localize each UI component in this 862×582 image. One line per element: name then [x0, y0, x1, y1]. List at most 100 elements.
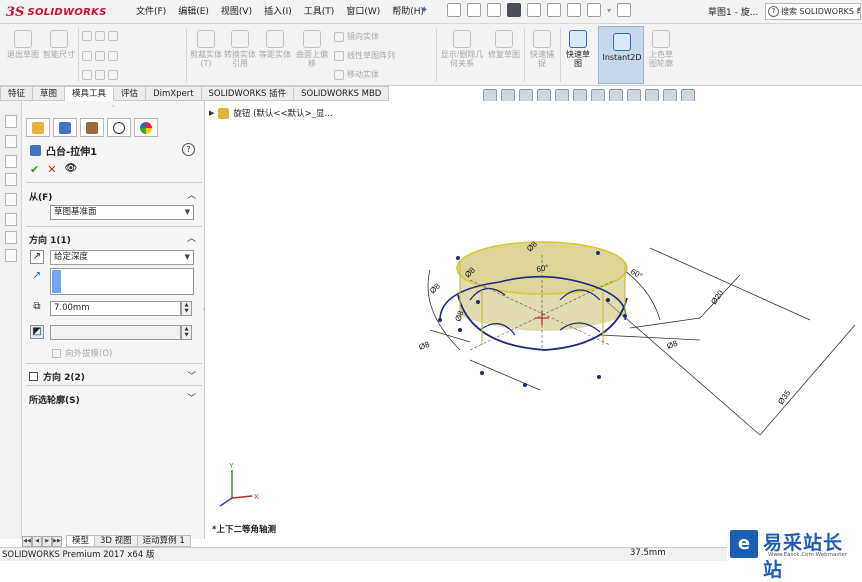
tab-property-manager[interactable]: [53, 118, 77, 137]
last-tab-arrow-icon[interactable]: ▶▶: [52, 536, 62, 547]
trim-button[interactable]: 剪裁实体(T): [190, 30, 222, 68]
rectangle-tool[interactable]: [82, 51, 118, 61]
preview-eye-icon[interactable]: 👁: [64, 163, 77, 176]
tab-sketch[interactable]: 草图: [33, 86, 66, 101]
ok-check-icon[interactable]: ✔: [30, 163, 39, 176]
offset-on-surface-button[interactable]: 曲面上偏移: [294, 30, 330, 68]
smart-dimension-button[interactable]: 智能尺寸: [42, 30, 76, 59]
menu-view[interactable]: 视图(V): [215, 5, 258, 19]
depth-spinner[interactable]: ▲ ▼: [181, 301, 192, 316]
exit-sketch-button[interactable]: 退出草图: [6, 30, 40, 59]
dim-dia8-label[interactable]: Ø8: [666, 339, 680, 351]
mirror-button[interactable]: 镜向实体: [334, 31, 379, 42]
dim-angle60-label[interactable]: 60°: [629, 267, 644, 281]
depth-input[interactable]: 7.00mm: [50, 301, 181, 316]
draft-spinner[interactable]: ▲ ▼: [181, 325, 192, 340]
open-icon[interactable]: [467, 3, 481, 17]
strip-tool-icon[interactable]: [5, 231, 17, 244]
line-tool[interactable]: [82, 31, 118, 41]
linear-pattern-button[interactable]: 线性草图阵列: [334, 50, 395, 61]
menu-window[interactable]: 窗口(W): [340, 5, 386, 19]
tab-evaluate[interactable]: 评估: [114, 86, 147, 101]
menu-tools[interactable]: 工具(T): [298, 5, 341, 19]
strip-tool-icon[interactable]: [5, 213, 17, 226]
from-section-header[interactable]: 从(F): [29, 190, 52, 203]
draft-outward-checkbox[interactable]: 向外拔模(O): [52, 347, 112, 359]
tab-addins[interactable]: SOLIDWORKS 插件: [201, 86, 295, 101]
chevron-down-icon[interactable]: ﹀: [187, 391, 196, 404]
new-icon[interactable]: [447, 3, 461, 17]
reverse-direction-icon[interactable]: ↗: [30, 250, 44, 264]
strip-tool-icon[interactable]: [5, 135, 17, 148]
slot-tool[interactable]: [82, 70, 118, 80]
mirror-icon: [334, 31, 344, 42]
dim-dia35-label[interactable]: Ø35: [776, 388, 792, 406]
from-select[interactable]: 草图基准面 ▼: [50, 205, 194, 220]
tab-3d-views[interactable]: 3D 视图: [95, 535, 138, 547]
first-tab-arrow-icon[interactable]: ◀◀: [22, 536, 32, 547]
next-tab-arrow-icon[interactable]: ▶: [42, 536, 52, 547]
print-icon[interactable]: [507, 3, 521, 17]
tab-model[interactable]: 模型: [66, 535, 96, 547]
undo-icon[interactable]: [527, 3, 541, 17]
offset-entities-button[interactable]: 等距实体: [259, 30, 291, 59]
tab-features[interactable]: 特征: [0, 86, 34, 101]
chevron-up-icon[interactable]: ︿: [187, 231, 196, 244]
convert-entities-button[interactable]: 转换实体引用: [224, 30, 256, 68]
tab-display-manager[interactable]: [134, 118, 158, 137]
draft-outward-check: [52, 348, 61, 358]
menu-file[interactable]: 文件(F): [130, 5, 172, 19]
prev-tab-arrow-icon[interactable]: ◀: [32, 536, 42, 547]
selected-contours-header[interactable]: 所选轮廓(S): [29, 393, 80, 406]
rapid-sketch-button[interactable]: 快速草图: [563, 30, 593, 68]
options-gear-icon[interactable]: [587, 3, 601, 17]
view-triad: Y X: [219, 463, 259, 507]
menu-edit[interactable]: 编辑(E): [172, 5, 215, 19]
cancel-x-icon[interactable]: ✕: [47, 163, 56, 176]
direction1-section-header[interactable]: 方向 1(1): [29, 233, 71, 246]
tab-configuration-manager[interactable]: [80, 118, 104, 137]
end-condition-select[interactable]: 给定深度 ▼: [50, 250, 194, 265]
draft-on-off-icon[interactable]: ◩: [30, 325, 44, 339]
tab-feature-manager[interactable]: [26, 118, 50, 137]
show-relations-button[interactable]: 显示/删除几何关系: [440, 30, 484, 68]
shaded-sketch-button[interactable]: 上色草图轮廓: [646, 30, 676, 68]
quick-snaps-button[interactable]: 快速捕捉: [527, 30, 557, 68]
repair-sketch-button[interactable]: 修复草图: [487, 30, 521, 59]
strip-tool-icon[interactable]: [5, 249, 17, 262]
move-entities-button[interactable]: 移动实体: [334, 69, 379, 80]
chevron-down-icon[interactable]: ﹀: [187, 369, 196, 382]
spline-icon: [108, 31, 118, 41]
move-icon: [334, 69, 344, 80]
pin-icon[interactable]: ✦: [420, 5, 428, 16]
menu-insert[interactable]: 插入(I): [258, 5, 298, 19]
strip-tool-icon[interactable]: [5, 115, 17, 128]
direction2-section-header[interactable]: 方向 2(2): [29, 370, 85, 383]
dim-dia20-label[interactable]: Ø20: [709, 288, 725, 306]
chevron-up-icon[interactable]: ︿: [187, 188, 196, 201]
direction2-checkbox[interactable]: [29, 372, 38, 381]
tab-mbd[interactable]: SOLIDWORKS MBD: [294, 86, 390, 101]
rebuild-icon[interactable]: [567, 3, 581, 17]
draft-angle-input[interactable]: [50, 325, 181, 340]
strip-tool-icon[interactable]: [5, 193, 17, 206]
tab-mold-tools[interactable]: 模具工具: [65, 86, 115, 101]
instant2d-button[interactable]: Instant2D: [598, 26, 644, 84]
draft-outward-label: 向外拔模(O): [65, 349, 113, 359]
help-icon[interactable]: ?: [182, 143, 195, 156]
select-icon[interactable]: [547, 3, 561, 17]
section-divider: [26, 385, 202, 386]
model-sketch-canvas[interactable]: Ø8 Ø8 Ø8 Ø8 Ø8 Ø8 Ø20 Ø35 60° 60° Y X: [206, 101, 862, 539]
panel-collapse-handle[interactable]: ◦: [22, 103, 205, 111]
tab-motion-study[interactable]: 运动算例 1: [137, 535, 191, 547]
save-icon[interactable]: [487, 3, 501, 17]
pin-command-icon[interactable]: [617, 3, 632, 17]
strip-tool-icon[interactable]: [5, 155, 17, 168]
dim-dia8-label[interactable]: Ø8: [418, 340, 432, 352]
strip-tool-icon[interactable]: [5, 173, 17, 186]
direction-selection-list[interactable]: [50, 268, 194, 295]
dim-dia8-label[interactable]: Ø8: [428, 281, 442, 295]
tab-dimxpert-manager[interactable]: [107, 118, 131, 137]
tab-dimxpert[interactable]: DimXpert: [146, 86, 202, 101]
search-help-input[interactable]: ? 搜索 SOLIDWORKS 帮助: [765, 3, 861, 20]
